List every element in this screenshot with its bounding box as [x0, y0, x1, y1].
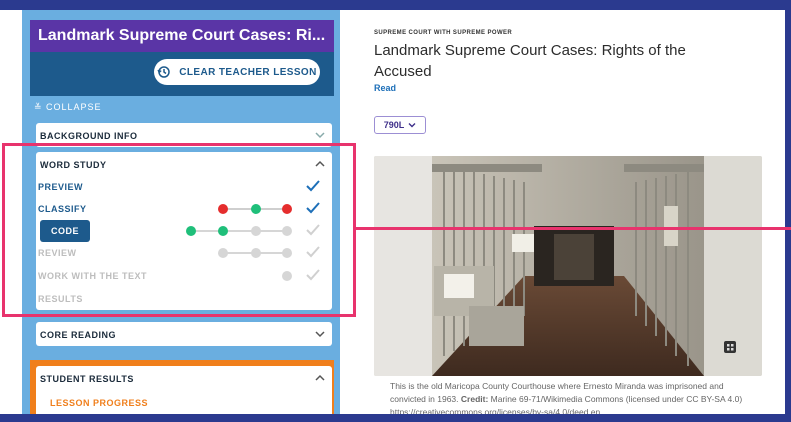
clear-teacher-lesson-label: CLEAR TEACHER LESSON [179, 66, 317, 78]
highlight-box [2, 143, 356, 317]
history-icon [157, 66, 171, 78]
student-results-title: STUDENT RESULTS [40, 374, 134, 384]
reading-level-value: 790L [383, 120, 405, 130]
lesson-progress-link[interactable]: LESSON PROGRESS [50, 398, 148, 408]
article-main: SUPREME COURT WITH SUPREME POWER Landmar… [340, 10, 785, 414]
article-eyebrow: SUPREME COURT WITH SUPREME POWER [374, 30, 513, 36]
photo-caption: This is the old Maricopa County Courthou… [390, 380, 760, 414]
clear-teacher-lesson-button[interactable]: CLEAR TEACHER LESSON [154, 59, 320, 85]
chevron-up-icon[interactable] [314, 372, 326, 384]
reading-level-dropdown[interactable]: 790L [374, 116, 426, 134]
core-reading-panel[interactable]: CORE READING [36, 322, 332, 346]
core-reading-title: CORE READING [40, 330, 117, 340]
highlight-callout-line [356, 227, 791, 230]
frame-border-right [785, 0, 791, 422]
caption-credit-label: Credit: [460, 394, 489, 404]
courthouse-photo [374, 156, 762, 376]
chevron-down-icon [315, 132, 325, 139]
read-link[interactable]: Read [374, 83, 396, 93]
screenshot-frame: Landmark Supreme Court Cases: Ri... CLEA… [0, 0, 791, 422]
collapse-toggle[interactable]: ≚ COLLAPSE [34, 102, 102, 113]
background-info-title: BACKGROUND INFO [40, 131, 138, 141]
jail-cell-image [374, 156, 762, 376]
chevron-down-icon [408, 123, 416, 128]
sidebar-title: Landmark Supreme Court Cases: Ri... [30, 20, 334, 52]
frame-border-bottom [0, 414, 791, 422]
frame-border-top [0, 0, 791, 10]
article-title: Landmark Supreme Court Cases: Rights of … [374, 42, 686, 80]
student-results-panel: STUDENT RESULTS LESSON PROGRESS [36, 366, 332, 414]
chevron-down-icon [315, 331, 325, 338]
